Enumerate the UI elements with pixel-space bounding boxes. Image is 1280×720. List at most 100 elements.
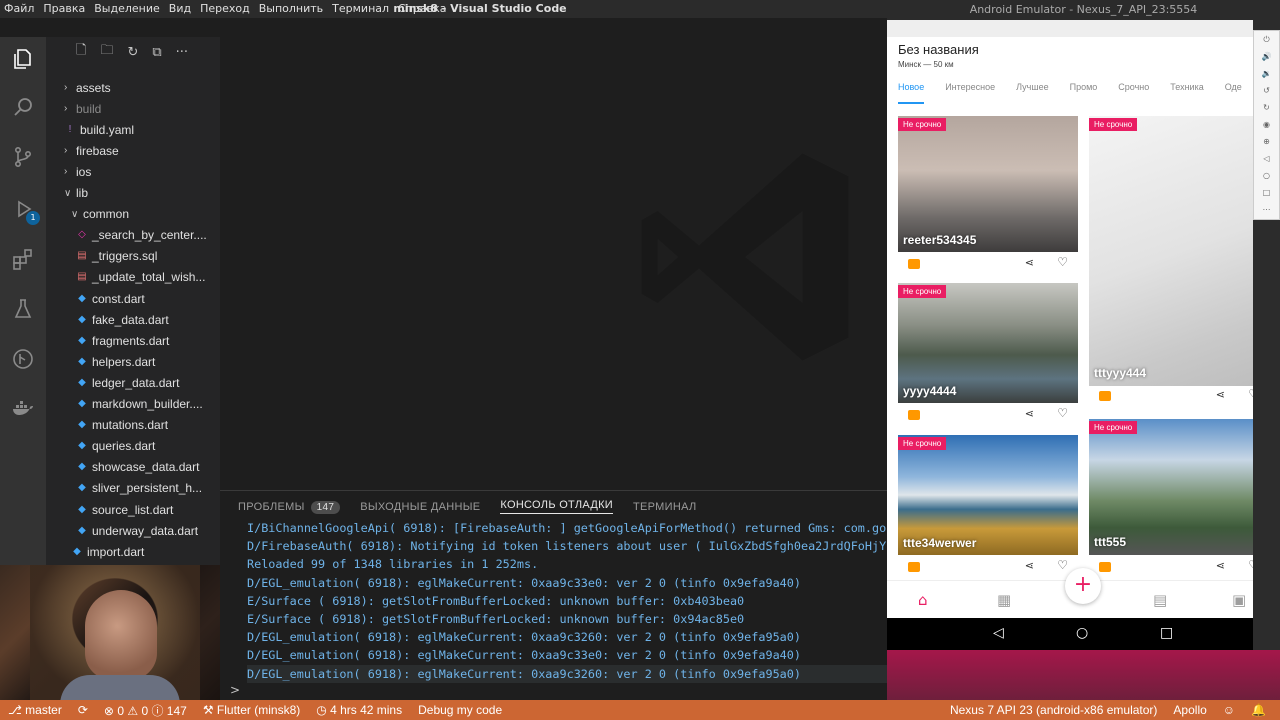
tree-file[interactable]: ◆ const.dart [46, 288, 220, 309]
volume-up-icon[interactable]: 🔊 [1254, 48, 1279, 65]
chat-icon[interactable]: ▤ [1153, 591, 1167, 609]
testing-flask-icon[interactable] [9, 295, 37, 323]
item-card[interactable]: Не срочно reeter534345 ⋖ ♡ [898, 116, 1078, 276]
app-location[interactable]: Минск — 50 км [898, 60, 954, 69]
debug-console-output[interactable]: I/BiChannelGoogleApi( 6918): [FirebaseAu… [247, 519, 887, 684]
phone-screen[interactable]: Без названия Минск — 50 км Новое Интерес… [887, 20, 1253, 650]
menu-file[interactable]: Файл [4, 2, 34, 15]
tree-folder[interactable]: ∨ lib [46, 183, 220, 204]
time-tracker[interactable]: ◷ 4 hrs 42 mins [308, 703, 410, 717]
item-card[interactable]: Не срочно ttte34werwer ⋖ ♡ [898, 435, 1078, 575]
overview-control-icon[interactable]: □ [1254, 184, 1279, 201]
home-control-icon[interactable]: ○ [1254, 167, 1279, 184]
share-icon[interactable]: ⋖ [1025, 559, 1034, 572]
tree-folder[interactable]: › build [46, 98, 220, 119]
problems-indicator[interactable]: ⊗ 0 ⚠ 0 ⓘ 147 [96, 702, 195, 719]
zoom-icon[interactable]: ⊕ [1254, 133, 1279, 150]
tree-file[interactable]: ◆ fragments.dart [46, 330, 220, 351]
menu-view[interactable]: Вид [169, 2, 191, 15]
more-icon[interactable]: ⋯ [1254, 201, 1279, 218]
heart-icon[interactable]: ♡ [1248, 558, 1253, 572]
tab-new[interactable]: Новое [898, 82, 925, 104]
tree-file[interactable]: ◆ source_list.dart [46, 499, 220, 520]
back-control-icon[interactable]: ◁ [1254, 150, 1279, 167]
branch-indicator[interactable]: ⎇ master [0, 703, 70, 717]
camera-icon[interactable]: ◉ [1254, 116, 1279, 133]
tab-terminal[interactable]: ТЕРМИНАЛ [633, 501, 696, 513]
tab-output[interactable]: ВЫХОДНЫЕ ДАННЫЕ [360, 501, 480, 513]
tree-file[interactable]: ◆ underway_data.dart [46, 520, 220, 541]
tree-file[interactable]: ▤ _update_total_wish... [46, 267, 220, 288]
item-card[interactable]: Не срочно ttt555 ⋖ ♡ [1089, 419, 1253, 575]
tab-best[interactable]: Лучшее [1016, 82, 1048, 104]
tab-clothes[interactable]: Оде [1225, 82, 1242, 104]
tree-folder[interactable]: › ios [46, 161, 220, 182]
device-selector[interactable]: Nexus 7 API 23 (android-x86 emulator) [942, 703, 1165, 717]
home-icon[interactable]: ⌂ [918, 591, 928, 609]
tree-file[interactable]: ◇ _search_by_center.... [46, 225, 220, 246]
tree-file[interactable]: ◆ sliver_persistent_h... [46, 478, 220, 499]
heart-icon[interactable]: ♡ [1248, 387, 1253, 401]
editor-area[interactable] [220, 37, 887, 490]
flutter-indicator[interactable]: ⚒ Flutter (minsk8) [195, 703, 308, 717]
docker-icon[interactable] [9, 395, 37, 423]
app-title[interactable]: Без названия [898, 42, 979, 57]
rotate-left-icon[interactable]: ↺ [1254, 82, 1279, 99]
volume-down-icon[interactable]: 🔉 [1254, 65, 1279, 82]
source-control-icon[interactable] [9, 143, 37, 171]
heart-icon[interactable]: ♡ [1057, 255, 1068, 269]
profile-icon[interactable]: ▣ [1232, 591, 1246, 609]
heart-icon[interactable]: ♡ [1057, 406, 1068, 420]
refresh-icon[interactable]: ↻ [127, 45, 138, 60]
share-icon[interactable]: ⋖ [1025, 256, 1034, 269]
menu-go[interactable]: Переход [200, 2, 250, 15]
heart-icon[interactable]: ♡ [1057, 558, 1068, 572]
debug-my-code[interactable]: Debug my code [410, 703, 510, 717]
recents-icon[interactable]: □ [1160, 625, 1173, 641]
tree-file[interactable]: ! build.yaml [46, 119, 220, 140]
tree-file[interactable]: ◆ markdown_builder.... [46, 394, 220, 415]
home-circle-icon[interactable]: ○ [1076, 625, 1088, 641]
sync-icon[interactable]: ⟳ [70, 703, 96, 717]
notifications-icon[interactable]: 🔔 [1243, 703, 1274, 717]
new-file-icon[interactable]: 🗋 [76, 41, 86, 63]
share-icon[interactable]: ⋖ [1025, 407, 1034, 420]
tree-file[interactable]: ◆ fake_data.dart [46, 309, 220, 330]
tree-file[interactable]: ◆ queries.dart [46, 436, 220, 457]
tab-debug-console[interactable]: КОНСОЛЬ ОТЛАДКИ [500, 499, 614, 514]
tree-file[interactable]: ◆ showcase_data.dart [46, 457, 220, 478]
extensions-icon[interactable] [9, 245, 37, 273]
tree-folder[interactable]: › assets [46, 77, 220, 98]
share-icon[interactable]: ⋖ [1216, 559, 1225, 572]
tab-promo[interactable]: Промо [1070, 82, 1098, 104]
git-graph-icon[interactable] [9, 345, 37, 373]
tree-folder[interactable]: › firebase [46, 140, 220, 161]
power-icon[interactable]: ⏻ [1254, 31, 1279, 48]
tree-file[interactable]: ▤ _triggers.sql [46, 246, 220, 267]
add-item-fab[interactable]: + [1065, 568, 1101, 604]
console-prompt[interactable]: > [230, 683, 240, 697]
collapse-all-icon[interactable]: ⧉ [152, 45, 161, 60]
feedback-icon[interactable]: ☺ [1215, 703, 1243, 717]
item-card[interactable]: Не срочно tttyyy444 ⋖ ♡ [1089, 116, 1253, 408]
menu-edit[interactable]: Правка [43, 2, 85, 15]
tree-file[interactable]: ◆ import.dart [46, 541, 220, 562]
back-icon[interactable]: ◁ [993, 625, 1004, 641]
tree-file[interactable]: ◆ helpers.dart [46, 351, 220, 372]
tree-file[interactable]: ◆ mutations.dart [46, 415, 220, 436]
share-icon[interactable]: ⋖ [1216, 388, 1225, 401]
tab-urgent[interactable]: Срочно [1118, 82, 1149, 104]
tab-problems[interactable]: ПРОБЛЕМЫ 147 [238, 500, 341, 514]
run-debug-icon[interactable]: 1 [9, 195, 40, 225]
apollo-indicator[interactable]: Apollo [1165, 703, 1214, 717]
new-folder-icon[interactable]: 🗀 [100, 41, 113, 63]
tree-file[interactable]: ◆ ledger_data.dart [46, 372, 220, 393]
search-icon[interactable] [9, 93, 37, 121]
rotate-right-icon[interactable]: ↻ [1254, 99, 1279, 116]
menu-selection[interactable]: Выделение [94, 2, 160, 15]
explorer-icon[interactable] [9, 45, 37, 73]
tab-interesting[interactable]: Интересное [945, 82, 995, 104]
item-card[interactable]: Не срочно yyyy4444 ⋖ ♡ [898, 283, 1078, 425]
tree-folder[interactable]: ∨ common [46, 204, 220, 225]
showcase-icon[interactable]: ▦ [997, 591, 1011, 609]
